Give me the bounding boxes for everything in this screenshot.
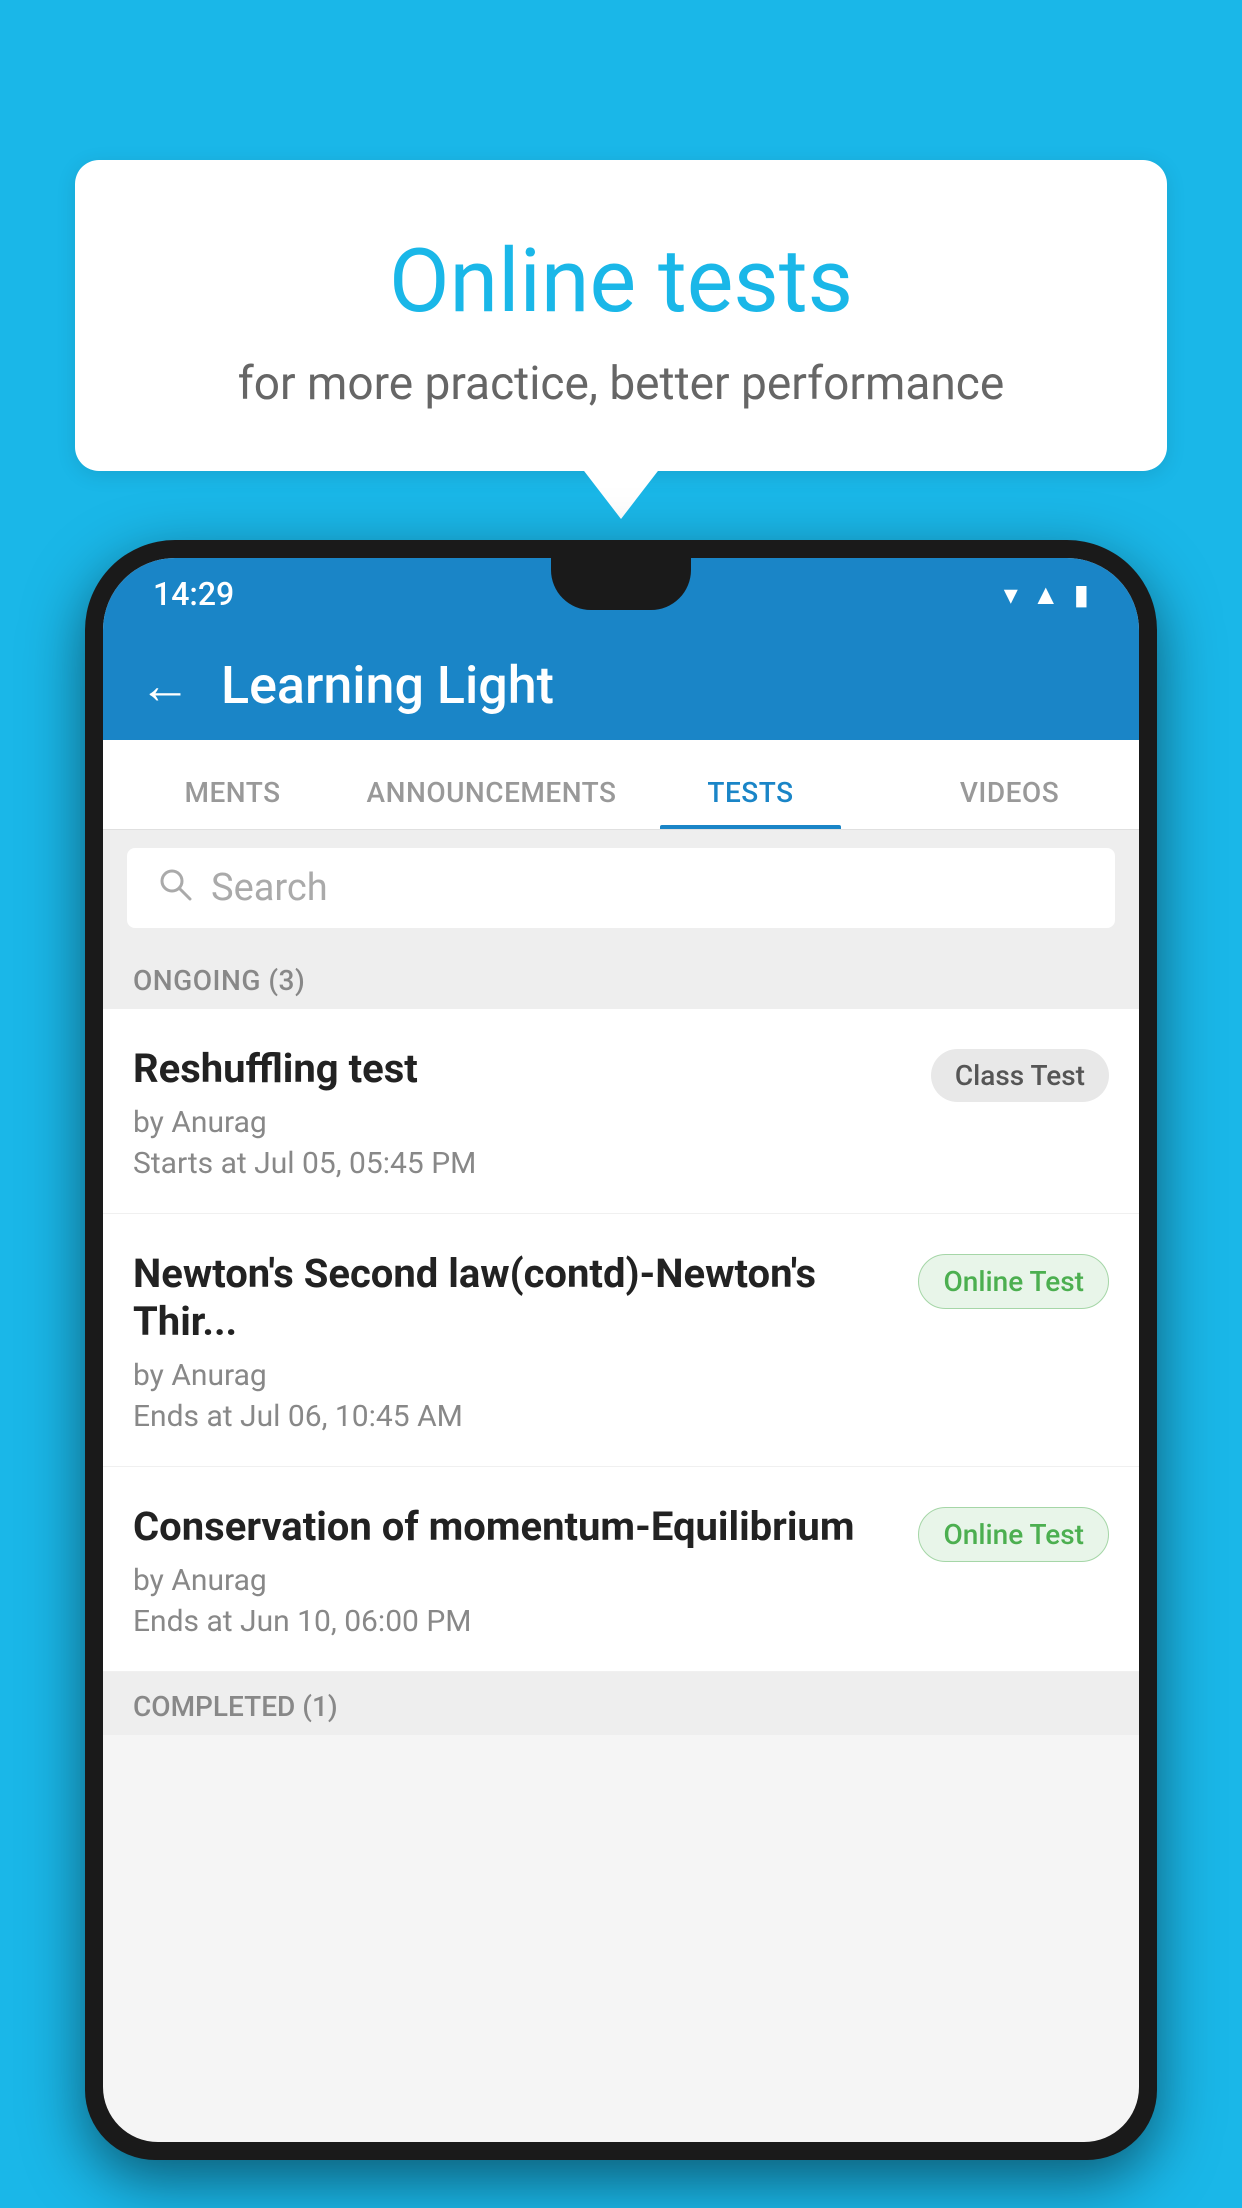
app-header: ← Learning Light [103,630,1139,740]
battery-icon: ▮ [1074,578,1089,611]
phone-outer: 14:29 ▾ ▲ ▮ ← Learning Light MENTS A [85,540,1157,2160]
app-title: Learning Light [221,655,554,716]
signal-icon: ▲ [1032,578,1060,611]
test-item-1[interactable]: Reshuffling test by Anurag Starts at Jul… [103,1009,1139,1214]
test-badge-3: Online Test [918,1507,1109,1562]
speech-bubble: Online tests for more practice, better p… [75,160,1167,471]
status-icons: ▾ ▲ ▮ [1004,578,1089,611]
section-header-ongoing: ONGOING (3) [103,946,1139,1009]
phone-wrapper: 14:29 ▾ ▲ ▮ ← Learning Light MENTS A [85,540,1157,2208]
test-by-1: by Anurag [133,1105,911,1140]
search-bar[interactable]: Search [127,848,1115,928]
test-badge-2: Online Test [918,1254,1109,1309]
tab-videos[interactable]: VIDEOS [880,776,1139,829]
search-icon [157,865,193,912]
test-item-3[interactable]: Conservation of momentum-Equilibrium by … [103,1467,1139,1672]
back-button[interactable]: ← [139,655,191,716]
status-time: 14:29 [153,575,234,613]
search-container: Search [103,830,1139,946]
test-info-1: Reshuffling test by Anurag Starts at Jul… [133,1045,911,1181]
search-input-placeholder: Search [211,866,328,910]
test-list: Reshuffling test by Anurag Starts at Jul… [103,1009,1139,1672]
test-by-3: by Anurag [133,1563,898,1598]
test-name-2: Newton's Second law(contd)-Newton's Thir… [133,1250,898,1346]
notch [551,558,691,610]
test-name-1: Reshuffling test [133,1045,911,1093]
section-header-completed: COMPLETED (1) [103,1672,1139,1735]
test-item-2[interactable]: Newton's Second law(contd)-Newton's Thir… [103,1214,1139,1467]
tabs-bar: MENTS ANNOUNCEMENTS TESTS VIDEOS [103,740,1139,830]
test-date-3: Ends at Jun 10, 06:00 PM [133,1604,898,1639]
speech-bubble-container: Online tests for more practice, better p… [75,160,1167,471]
test-name-3: Conservation of momentum-Equilibrium [133,1503,898,1551]
test-date-2: Ends at Jul 06, 10:45 AM [133,1399,898,1434]
bubble-subtitle: for more practice, better performance [155,357,1087,411]
test-badge-1: Class Test [931,1049,1109,1102]
tab-announcements[interactable]: ANNOUNCEMENTS [362,776,621,829]
tab-ments[interactable]: MENTS [103,776,362,829]
test-by-2: by Anurag [133,1358,898,1393]
wifi-icon: ▾ [1004,578,1018,611]
test-info-3: Conservation of momentum-Equilibrium by … [133,1503,898,1639]
test-info-2: Newton's Second law(contd)-Newton's Thir… [133,1250,898,1434]
tab-tests[interactable]: TESTS [621,776,880,829]
bubble-title: Online tests [155,230,1087,333]
test-date-1: Starts at Jul 05, 05:45 PM [133,1146,911,1181]
phone-screen: 14:29 ▾ ▲ ▮ ← Learning Light MENTS A [103,558,1139,2142]
status-bar: 14:29 ▾ ▲ ▮ [103,558,1139,630]
